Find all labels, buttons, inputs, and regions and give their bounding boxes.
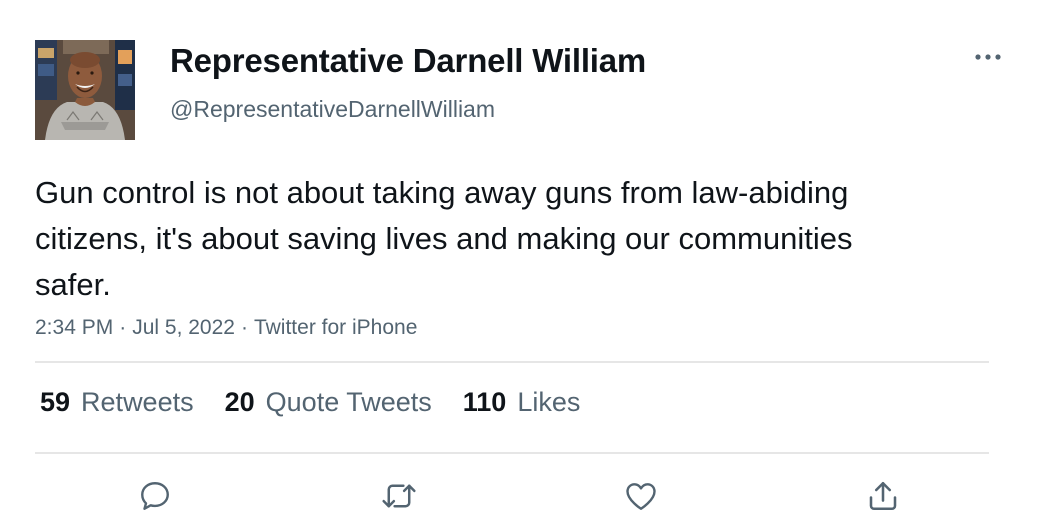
quote-tweets-count: 20 xyxy=(224,387,255,417)
divider xyxy=(35,361,989,363)
reply-button[interactable] xyxy=(133,474,177,518)
tweet-actions xyxy=(35,470,989,520)
tweet-date[interactable]: Jul 5, 2022 xyxy=(132,316,235,339)
likes-label: Likes xyxy=(517,387,581,417)
like-button[interactable] xyxy=(619,474,663,518)
more-icon xyxy=(975,54,1001,60)
divider xyxy=(35,452,989,454)
tweet-source[interactable]: Twitter for iPhone xyxy=(254,316,417,339)
retweets-count: 59 xyxy=(40,387,71,417)
retweet-button[interactable] xyxy=(377,474,421,518)
avatar-image xyxy=(35,40,135,140)
likes-stat[interactable]: 110 Likes xyxy=(463,387,581,418)
avatar[interactable] xyxy=(35,40,135,140)
tweet-stats: 59 Retweets 20 Quote Tweets 110 Likes xyxy=(40,387,580,418)
quote-tweets-label: Quote Tweets xyxy=(265,387,432,417)
likes-count: 110 xyxy=(462,387,507,417)
retweets-label: Retweets xyxy=(81,387,194,417)
author-display-name[interactable]: Representative Darnell William xyxy=(170,42,646,80)
like-icon xyxy=(626,483,656,510)
more-options-button[interactable] xyxy=(968,42,1008,72)
retweet-icon xyxy=(382,484,416,508)
author-handle[interactable]: @RepresentativeDarnellWilliam xyxy=(170,96,495,123)
retweets-stat[interactable]: 59 Retweets xyxy=(40,387,194,418)
share-button[interactable] xyxy=(861,474,905,518)
reply-icon xyxy=(141,482,169,510)
tweet-text: Gun control is not about taking away gun… xyxy=(35,175,853,302)
tweet-time[interactable]: 2:34 PM xyxy=(35,316,113,339)
meta-separator: · xyxy=(119,316,127,339)
meta-separator: · xyxy=(240,316,248,339)
tweet-meta: 2:34 PM · Jul 5, 2022 · Twitter for iPhone xyxy=(35,316,417,340)
share-icon xyxy=(869,481,897,511)
quote-tweets-stat[interactable]: 20 Quote Tweets xyxy=(225,387,432,418)
